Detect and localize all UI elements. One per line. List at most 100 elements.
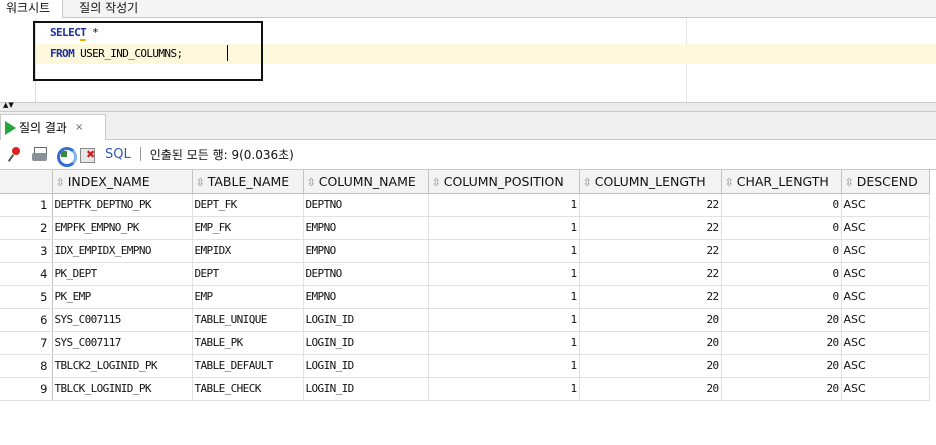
refresh-icon[interactable]	[55, 145, 77, 167]
tab-query-result-label: 질의 결과	[19, 121, 67, 135]
table-cell[interactable]: 0	[721, 193, 842, 217]
table-row[interactable]: 4 PK_DEPT DEPT DEPTNO 1 22 0 ASC	[0, 262, 930, 286]
table-cell[interactable]: 22	[579, 193, 722, 217]
table-row[interactable]: 6 SYS_C007115 TABLE_UNIQUE LOGIN_ID 1 20 20 ASC	[0, 308, 930, 332]
table-cell[interactable]: DEPT	[192, 262, 304, 286]
table-cell[interactable]: TBLCK2_LOGINID_PK	[52, 354, 193, 378]
table-cell[interactable]: DEPTNO	[303, 262, 429, 286]
table-cell[interactable]: 1	[428, 354, 580, 378]
table-cell[interactable]: TBLCK_LOGINID_PK	[52, 377, 193, 401]
table-cell[interactable]: TABLE_UNIQUE	[192, 308, 304, 332]
table-cell[interactable]: LOGIN_ID	[303, 331, 429, 355]
table-cell[interactable]: 0	[721, 262, 842, 286]
table-cell[interactable]: 1	[428, 285, 580, 309]
table-cell[interactable]: 1	[428, 262, 580, 286]
table-cell[interactable]: LOGIN_ID	[303, 377, 429, 401]
close-icon[interactable]: ×	[75, 122, 83, 133]
table-cell[interactable]: ASC	[841, 239, 930, 263]
table-cell[interactable]: TABLE_PK	[192, 331, 304, 355]
cancel-icon[interactable]	[79, 145, 97, 163]
table-row[interactable]: 8 TBLCK2_LOGINID_PK TABLE_DEFAULT LOGIN_ID 1…	[0, 354, 930, 378]
column-header[interactable]: ⇳ TABLE_NAME	[192, 170, 304, 194]
table-cell[interactable]: 1	[428, 193, 580, 217]
tab-query-result[interactable]: 질의 결과 ×	[0, 114, 106, 140]
table-cell[interactable]: 20	[721, 354, 842, 378]
table-cell[interactable]: 0	[721, 216, 842, 240]
table-cell[interactable]: 0	[721, 239, 842, 263]
table-cell[interactable]: LOGIN_ID	[303, 354, 429, 378]
tab-query-builder[interactable]: 질의 작성기	[63, 0, 146, 18]
splitter-arrows-icon[interactable]: ▲▼	[3, 102, 14, 109]
table-cell[interactable]: DEPT_FK	[192, 193, 304, 217]
sort-icon: ⇳	[724, 175, 734, 189]
table-cell[interactable]: 20	[721, 331, 842, 355]
table-row[interactable]: 3 IDX_EMPIDX_EMPNO EMPIDX EMPNO 1 22 0 ASC	[0, 239, 930, 263]
row-number: 8	[0, 354, 53, 378]
table-cell[interactable]: TABLE_CHECK	[192, 377, 304, 401]
pin-icon[interactable]	[7, 145, 25, 163]
table-cell[interactable]: EMP_FK	[192, 216, 304, 240]
column-header[interactable]: ⇳ COLUMN_POSITION	[428, 170, 580, 194]
column-header[interactable]: ⇳ DESCEND	[841, 170, 930, 194]
table-cell[interactable]: 20	[579, 354, 722, 378]
table-cell[interactable]: EMP	[192, 285, 304, 309]
table-cell[interactable]: ASC	[841, 308, 930, 332]
table-cell[interactable]: ASC	[841, 193, 930, 217]
table-cell[interactable]: 1	[428, 308, 580, 332]
table-cell[interactable]: 22	[579, 216, 722, 240]
table-cell[interactable]: LOGIN_ID	[303, 308, 429, 332]
table-cell[interactable]: 22	[579, 285, 722, 309]
table-cell[interactable]: EMPFK_EMPNO_PK	[52, 216, 193, 240]
column-header[interactable]: ⇳ INDEX_NAME	[52, 170, 193, 194]
table-cell[interactable]: SYS_C007115	[52, 308, 193, 332]
table-cell[interactable]: ASC	[841, 331, 930, 355]
print-icon[interactable]	[31, 145, 49, 163]
results-toolbar: SQL 인출된 모든 행: 9(0.036초)	[0, 140, 936, 168]
table-cell[interactable]: ASC	[841, 285, 930, 309]
table-cell[interactable]: DEPTFK_DEPTNO_PK	[52, 193, 193, 217]
table-cell[interactable]: 20	[579, 308, 722, 332]
sql-editor[interactable]: SELECT * FROM USER_IND_COLUMNS;	[0, 19, 936, 102]
column-header[interactable]: ⇳ COLUMN_LENGTH	[579, 170, 722, 194]
table-cell[interactable]: 20	[579, 331, 722, 355]
table-cell[interactable]: EMPIDX	[192, 239, 304, 263]
table-cell[interactable]: 20	[721, 377, 842, 401]
table-row[interactable]: 2 EMPFK_EMPNO_PK EMP_FK EMPNO 1 22 0 ASC	[0, 216, 930, 240]
table-cell[interactable]: 22	[579, 239, 722, 263]
table-cell[interactable]: ASC	[841, 354, 930, 378]
table-cell[interactable]: ASC	[841, 216, 930, 240]
table-cell[interactable]: ASC	[841, 377, 930, 401]
pane-splitter[interactable]: ▲▼	[0, 102, 936, 112]
table-cell[interactable]: 1	[428, 216, 580, 240]
table-cell[interactable]: EMPNO	[303, 216, 429, 240]
table-cell[interactable]: EMPNO	[303, 285, 429, 309]
table-cell[interactable]: DEPTNO	[303, 193, 429, 217]
table-cell[interactable]: 22	[579, 262, 722, 286]
table-cell[interactable]: 1	[428, 331, 580, 355]
table-cell[interactable]: SYS_C007117	[52, 331, 193, 355]
row-number: 2	[0, 216, 53, 240]
table-row[interactable]: 7 SYS_C007117 TABLE_PK LOGIN_ID 1 20 20 ASC	[0, 331, 930, 355]
sql-link[interactable]: SQL	[105, 147, 131, 162]
row-number-header	[0, 170, 53, 194]
table-cell[interactable]: 1	[428, 239, 580, 263]
table-cell[interactable]: IDX_EMPIDX_EMPNO	[52, 239, 193, 263]
sort-icon: ⇳	[55, 175, 65, 189]
fetch-status: 인출된 모든 행: 9(0.036초)	[149, 147, 294, 162]
table-cell[interactable]: EMPNO	[303, 239, 429, 263]
table-cell[interactable]: ASC	[841, 262, 930, 286]
table-cell[interactable]: 20	[579, 377, 722, 401]
table-cell[interactable]: TABLE_DEFAULT	[192, 354, 304, 378]
header-row: ⇳ INDEX_NAME ⇳ TABLE_NAME ⇳ COLUMN_NAME ⇳ CO…	[0, 170, 930, 194]
table-row[interactable]: 1 DEPTFK_DEPTNO_PK DEPT_FK DEPTNO 1 22 0 ASC	[0, 193, 930, 217]
table-row[interactable]: 9 TBLCK_LOGINID_PK TABLE_CHECK LOGIN_ID 1 20 2…	[0, 377, 930, 401]
table-cell[interactable]: 0	[721, 285, 842, 309]
table-row[interactable]: 5 PK_EMP EMP EMPNO 1 22 0 ASC	[0, 285, 930, 309]
table-cell[interactable]: PK_EMP	[52, 285, 193, 309]
table-cell[interactable]: 1	[428, 377, 580, 401]
column-header[interactable]: ⇳ CHAR_LENGTH	[721, 170, 842, 194]
table-cell[interactable]: PK_DEPT	[52, 262, 193, 286]
table-cell[interactable]: 20	[721, 308, 842, 332]
tab-worksheet[interactable]: 워크시트	[0, 0, 64, 18]
column-header[interactable]: ⇳ COLUMN_NAME	[303, 170, 429, 194]
